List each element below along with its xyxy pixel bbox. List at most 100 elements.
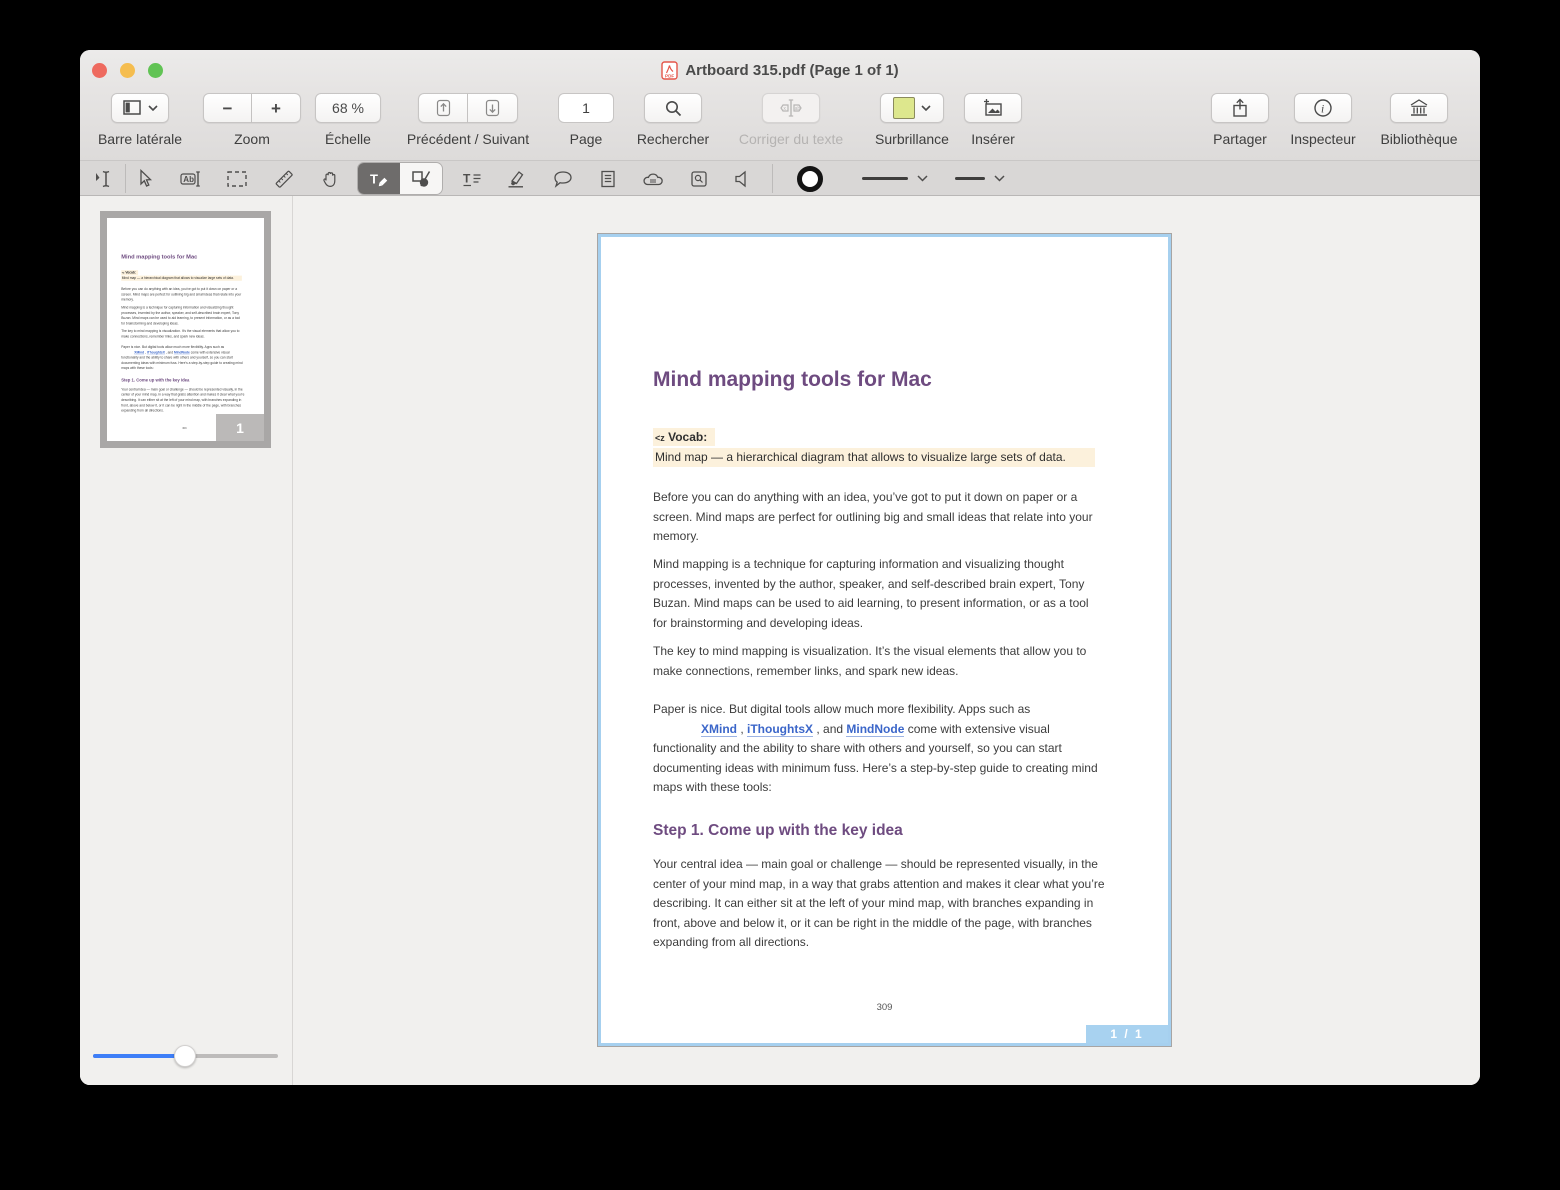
- paragraph-1: Before you can do anything with an idea,…: [653, 488, 1105, 547]
- share-button[interactable]: [1211, 93, 1269, 123]
- stroke-width-dropdown[interactable]: [855, 163, 935, 194]
- document-title: Mind mapping tools for Mac: [653, 368, 932, 392]
- color-well[interactable]: [794, 163, 826, 194]
- pdf-file-icon: PDF: [661, 61, 678, 80]
- paragraph-4-text: Paper is nice. But digital tools allow m…: [121, 345, 224, 349]
- document-title: Mind mapping tools for Mac: [121, 254, 197, 261]
- zoom-out-button[interactable]: −: [203, 93, 252, 123]
- text-annotation-icon: T: [368, 169, 390, 189]
- highlight-button[interactable]: [880, 93, 944, 123]
- insert-label: Insérer: [971, 131, 1015, 147]
- highlighter-icon: [506, 169, 528, 189]
- link-mindnode: MindNode: [174, 350, 190, 354]
- ruler-tool[interactable]: [268, 163, 300, 194]
- sidebar-toggle-label: Barre latérale: [98, 131, 182, 147]
- attachment-tool[interactable]: [683, 163, 715, 194]
- text-box-tool[interactable]: T: [456, 163, 488, 194]
- arrow-down-box-icon: [485, 99, 500, 117]
- scale-button[interactable]: 68 %: [315, 93, 381, 123]
- insert-button[interactable]: [964, 93, 1022, 123]
- pointer-tool[interactable]: [129, 163, 161, 194]
- paragraph-3: The key to mind mapping is visualization…: [653, 642, 1105, 681]
- active-tool-pair: T: [357, 162, 443, 195]
- slider-thumb[interactable]: [174, 1045, 196, 1067]
- search-button[interactable]: [644, 93, 702, 123]
- previous-page-button[interactable]: [418, 93, 468, 123]
- svg-text:Ab: Ab: [183, 175, 194, 184]
- paragraph-4-text: , and: [165, 350, 174, 354]
- next-page-button[interactable]: [468, 93, 518, 123]
- insert-image-icon: [982, 98, 1004, 118]
- vocab-heading: <z Vocab:: [653, 428, 715, 446]
- share-label: Partager: [1213, 131, 1267, 147]
- main-toolbar: Barre latérale − + Zoom 68 % Échelle: [80, 90, 1480, 160]
- edit-text-tool[interactable]: Ab: [174, 163, 206, 194]
- note-icon: [598, 169, 618, 189]
- svg-text:T: T: [463, 171, 471, 185]
- sidebar-toggle-button[interactable]: [111, 93, 169, 123]
- app-window: PDF Artboard 315.pdf (Page 1 of 1) Barre…: [80, 50, 1480, 1085]
- text-box-icon: T: [461, 169, 483, 189]
- nav-label: Précédent / Suivant: [407, 131, 529, 147]
- svg-text:i: i: [1321, 103, 1324, 115]
- sidebar-icon: [122, 99, 142, 117]
- vocab-heading: <z Vocab:: [121, 270, 138, 275]
- pointer-icon: [135, 169, 155, 189]
- select-rectangle-tool[interactable]: [221, 163, 253, 194]
- chevron-down-icon: [994, 175, 1005, 182]
- page-thumbnail[interactable]: Mind mapping tools for Mac <z Vocab: Min…: [100, 211, 271, 448]
- stamp-tool[interactable]: [637, 163, 669, 194]
- scale-value: 68 %: [332, 100, 364, 116]
- link-ithoughtsx[interactable]: iThoughtsX: [747, 722, 813, 737]
- hand-tool[interactable]: [314, 163, 346, 194]
- edit-text-icon: Ab: [178, 169, 202, 189]
- speaker-icon: [732, 169, 752, 189]
- link-xmind[interactable]: XMind: [701, 722, 737, 737]
- paragraph-2: Mind mapping is a technique for capturin…: [121, 305, 244, 326]
- stamp-cloud-icon: [641, 169, 665, 189]
- svg-text:ab: ab: [795, 106, 801, 112]
- inspector-button[interactable]: i: [1294, 93, 1352, 123]
- step-1-heading: Step 1. Come up with the key idea: [121, 378, 189, 383]
- select-text-icon: [94, 168, 116, 190]
- highlighter-tool[interactable]: [501, 163, 533, 194]
- paragraph-3: The key to mind mapping is visualization…: [121, 329, 244, 340]
- attachment-icon: [689, 169, 709, 189]
- shapes-icon: [410, 169, 432, 189]
- zoom-in-glyph: +: [271, 100, 281, 117]
- note-tool[interactable]: [592, 163, 624, 194]
- info-icon: i: [1313, 98, 1333, 118]
- pdf-page[interactable]: Mind mapping tools for Mac <z Vocab: Min…: [597, 233, 1172, 1047]
- arrow-up-box-icon: [436, 99, 451, 117]
- annotate-text-tool[interactable]: T: [358, 163, 400, 194]
- link-mindnode[interactable]: MindNode: [846, 722, 904, 737]
- shapes-tool[interactable]: [400, 163, 442, 194]
- document-viewport[interactable]: Mind mapping tools for Mac <z Vocab: Min…: [293, 196, 1480, 1085]
- highlight-color-swatch: [893, 97, 915, 119]
- svg-text:PDF: PDF: [665, 73, 674, 78]
- thumbnail-zoom-slider[interactable]: [93, 1045, 278, 1067]
- sound-tool[interactable]: [726, 163, 758, 194]
- vocab-tag: <z: [655, 433, 665, 443]
- zoom-in-button[interactable]: +: [252, 93, 301, 123]
- chevron-down-icon: [148, 105, 158, 111]
- select-text-tool[interactable]: [89, 163, 121, 194]
- paragraph-2: Mind mapping is a technique for capturin…: [653, 555, 1105, 633]
- vocab-tag: <z: [122, 272, 125, 275]
- inspector-label: Inspecteur: [1290, 131, 1355, 147]
- paragraph-5: Your central idea — main goal or challen…: [121, 387, 244, 414]
- stroke-width-icon: [862, 177, 908, 180]
- speech-bubble-icon: [552, 169, 574, 189]
- title-bar: PDF Artboard 315.pdf (Page 1 of 1): [80, 50, 1480, 90]
- scale-label: Échelle: [325, 131, 371, 147]
- selection-rectangle-icon: [226, 170, 248, 188]
- speech-bubble-tool[interactable]: [547, 163, 579, 194]
- vocab-label: Vocab:: [668, 430, 707, 444]
- correct-text-icon: x ab: [780, 98, 802, 118]
- library-button[interactable]: [1390, 93, 1448, 123]
- stroke-style-dropdown[interactable]: [948, 163, 1012, 194]
- paragraph-4-text: Paper is nice. But digital tools allow m…: [653, 702, 1030, 716]
- page-field[interactable]: [558, 93, 614, 123]
- page-content: Mind mapping tools for Mac <z Vocab: Min…: [601, 237, 1168, 1043]
- vocab-definition: Mind map — a hierarchical diagram that a…: [121, 276, 242, 281]
